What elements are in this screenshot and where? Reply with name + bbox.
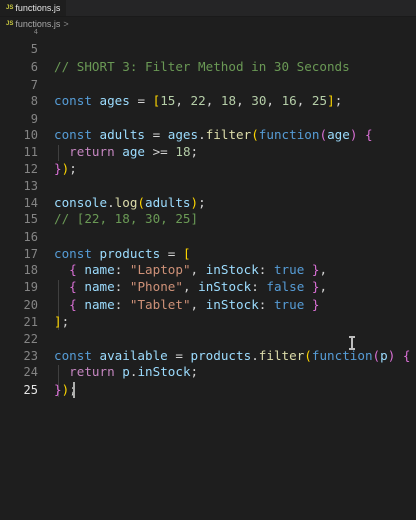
property: name — [84, 297, 115, 312]
number: 15 — [160, 93, 176, 108]
code-line-8: const ages = [15, 22, 18, 30, 16, 25]; — [54, 93, 343, 108]
code-line-12: }); — [54, 161, 77, 176]
identifier: console — [54, 195, 108, 210]
text-caret — [73, 382, 75, 398]
line-number: 13 — [23, 179, 38, 193]
code-line-11: return age >= 18; — [69, 144, 199, 159]
code-editor[interactable]: 4 5 6 7 8 9 10 11 12 13 14 15 16 17 18 1… — [0, 28, 416, 520]
line-number: 15 — [23, 212, 38, 226]
line-number: 12 — [23, 162, 38, 176]
number: 18 — [220, 93, 237, 108]
method: log — [114, 195, 138, 210]
breadcrumb: JS functions.js > — [0, 17, 416, 31]
line-number: 16 — [23, 230, 38, 244]
keyword: function — [258, 127, 320, 142]
line-number: 8 — [30, 94, 38, 108]
property: name — [84, 279, 115, 294]
comment: // [22, 18, 30, 25] — [54, 211, 199, 226]
tab-functions-js[interactable]: JS functions.js — [0, 0, 66, 16]
line-number: 19 — [23, 280, 38, 294]
property: name — [84, 262, 115, 277]
string: "Laptop" — [129, 262, 191, 277]
line-number: 11 — [23, 145, 38, 159]
keyword: const — [54, 246, 92, 261]
method: filter — [258, 348, 305, 363]
code-line-20: { name: "Tablet", inStock: true } — [69, 297, 320, 312]
keyword: function — [311, 348, 373, 363]
boolean: true — [273, 297, 305, 312]
boolean: true — [273, 262, 305, 277]
parameter: age — [327, 127, 350, 142]
line-number: 20 — [23, 298, 38, 312]
identifier: p — [122, 364, 130, 379]
number: 16 — [281, 93, 297, 108]
method: filter — [205, 127, 252, 142]
keyword: const — [54, 93, 92, 108]
line-number: 18 — [23, 263, 38, 277]
line-number: 6 — [30, 60, 38, 74]
keyword: return — [69, 144, 115, 159]
keyword: const — [54, 348, 92, 363]
keyword: return — [69, 364, 115, 379]
code-line-15: // [22, 18, 30, 25] — [54, 210, 198, 228]
string: "Tablet" — [129, 297, 191, 312]
code-line-18: { name: "Laptop", inStock: true }, — [69, 262, 328, 277]
identifier: adults — [145, 195, 191, 210]
property: inStock — [205, 297, 259, 312]
line-number: 24 — [23, 365, 38, 379]
text-cursor-icon — [349, 336, 355, 350]
tab-label: functions.js — [15, 3, 61, 13]
number: 30 — [251, 93, 267, 108]
identifier: adults — [99, 127, 146, 142]
boolean: false — [266, 279, 305, 294]
js-file-icon: JS — [6, 5, 14, 11]
number: 25 — [311, 93, 328, 108]
parameter: p — [380, 348, 388, 363]
identifier: available — [99, 348, 168, 363]
identifier: ages — [99, 93, 130, 108]
identifier: age — [122, 144, 146, 159]
js-file-icon: JS — [6, 21, 14, 27]
identifier: products — [190, 348, 252, 363]
identifier: ages — [167, 127, 199, 142]
comment: // SHORT 3: Filter Method in 30 Seconds — [54, 59, 350, 74]
number: 18 — [175, 144, 191, 159]
code-line-21: ]; — [54, 314, 70, 329]
property: inStock — [137, 364, 191, 379]
code-line-24: return p.inStock; — [69, 364, 199, 379]
property: inStock — [205, 262, 259, 277]
code-line-10: const adults = ages.filter(function(age)… — [54, 127, 373, 142]
line-number-current: 25 — [23, 383, 38, 397]
code-line-19: { name: "Phone", inStock: false }, — [69, 279, 328, 294]
line-number: 21 — [23, 315, 38, 329]
line-number: 10 — [23, 128, 38, 142]
keyword: const — [54, 127, 92, 142]
breadcrumb-separator: > — [63, 19, 69, 29]
number: 22 — [190, 93, 206, 108]
tab-bar: JS functions.js — [0, 0, 416, 17]
line-number: 4 — [33, 28, 38, 36]
identifier: products — [99, 246, 161, 261]
string: "Phone" — [129, 279, 183, 294]
code-line-6: // SHORT 3: Filter Method in 30 Seconds — [54, 58, 350, 76]
line-number: 5 — [30, 42, 38, 56]
line-number: 22 — [23, 332, 38, 346]
property: inStock — [198, 279, 252, 294]
